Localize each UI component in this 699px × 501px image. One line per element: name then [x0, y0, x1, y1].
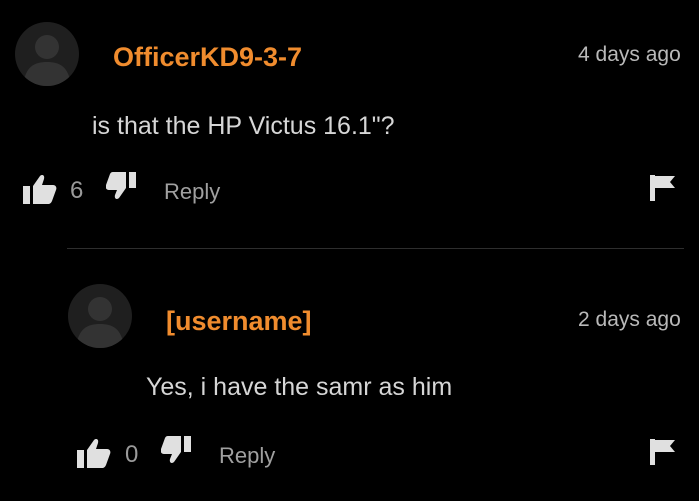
avatar-placeholder-icon	[76, 297, 124, 348]
comment-reply: [username] 2 days ago Yes, i have the sa…	[0, 260, 699, 501]
comment-username[interactable]: [username]	[166, 305, 312, 337]
comment-timestamp: 2 days ago	[578, 308, 681, 331]
report-button[interactable]	[650, 439, 676, 465]
comment-divider	[67, 248, 684, 249]
thumbs-up-icon	[23, 175, 57, 204]
avatar-placeholder-icon	[23, 35, 71, 86]
dislike-button[interactable]	[161, 436, 191, 464]
like-count: 6	[70, 177, 84, 204]
thumbs-down-icon	[161, 436, 191, 463]
user-avatar[interactable]	[15, 22, 79, 86]
like-button[interactable]	[23, 174, 57, 204]
comment-username[interactable]: OfficerKD9-3-7	[113, 41, 302, 73]
dislike-button[interactable]	[106, 172, 136, 200]
comment: OfficerKD9-3-7 4 days ago is that the HP…	[0, 0, 699, 230]
comment-text: Yes, i have the samr as him	[146, 373, 453, 401]
report-button[interactable]	[650, 175, 676, 201]
thumbs-down-icon	[106, 172, 136, 199]
like-button[interactable]	[77, 438, 111, 468]
flag-icon	[650, 175, 675, 201]
reply-button[interactable]: Reply	[219, 443, 275, 469]
user-avatar[interactable]	[68, 284, 132, 348]
like-count: 0	[125, 441, 139, 468]
comment-timestamp: 4 days ago	[578, 43, 681, 66]
reply-button[interactable]: Reply	[164, 179, 220, 205]
flag-icon	[650, 439, 675, 465]
thumbs-up-icon	[77, 439, 111, 468]
comment-text: is that the HP Victus 16.1"?	[92, 112, 395, 140]
